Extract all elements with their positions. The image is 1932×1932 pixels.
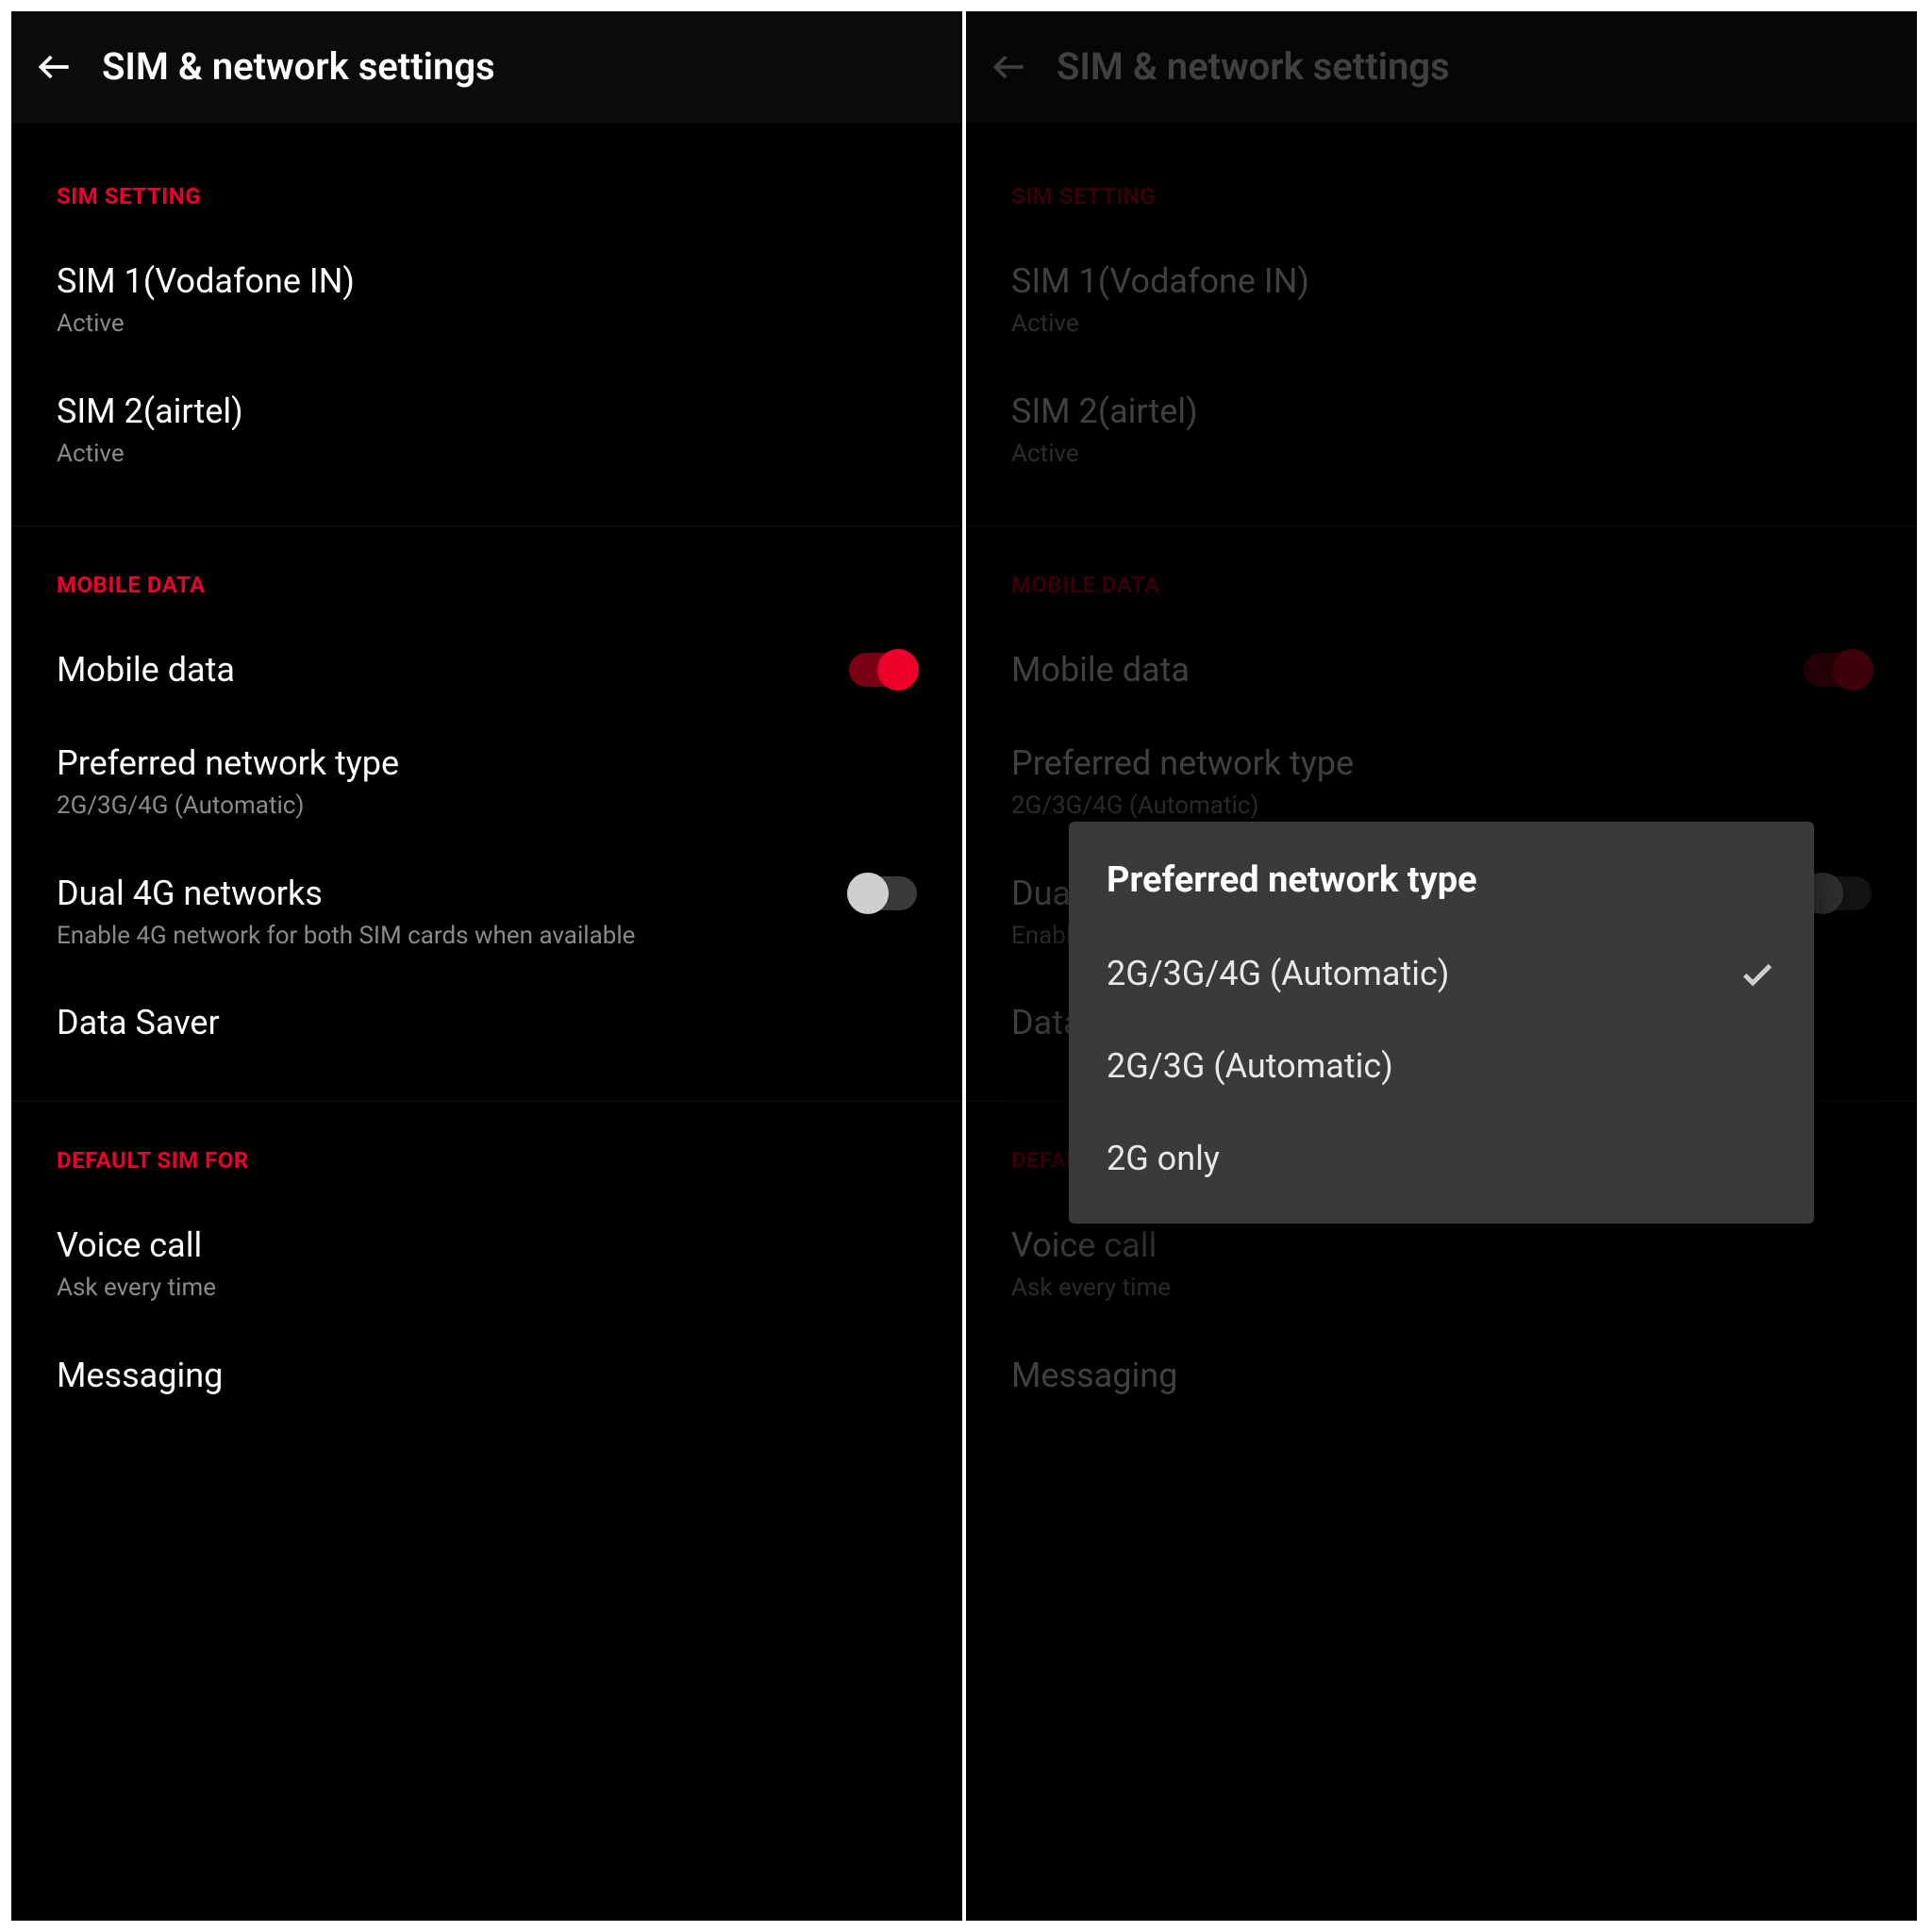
dialog-option-auto-4g[interactable]: 2G/3G/4G (Automatic)	[1069, 927, 1814, 1020]
dual-4g-item[interactable]: Dual 4G networks Enable 4G network for b…	[11, 856, 962, 986]
back-button[interactable]	[34, 46, 75, 88]
sim1-status: Active	[57, 308, 917, 340]
screen-sim-network-settings-dialog: SIM & network settings SIM SETTING SIM 1…	[964, 0, 1928, 1932]
screen-sim-network-settings: SIM & network settings SIM SETTING SIM 1…	[0, 0, 964, 1932]
dialog-option-label: 2G/3G (Automatic)	[1107, 1046, 1393, 1086]
dialog-option-label: 2G only	[1107, 1139, 1220, 1178]
section-default-sim: DEFAULT SIM FOR Voice call Ask every tim…	[11, 1102, 962, 1454]
mobile-data-item[interactable]: Mobile data	[11, 632, 962, 725]
dual-4g-sub: Enable 4G network for both SIM cards whe…	[57, 921, 660, 952]
messaging-item[interactable]: Messaging	[11, 1338, 962, 1431]
sim1-title: SIM 1(Vodafone IN)	[57, 260, 917, 303]
dialog-scrim[interactable]: Preferred network type 2G/3G/4G (Automat…	[966, 11, 1917, 1921]
sim2-title: SIM 2(airtel)	[57, 391, 917, 433]
dialog-option-auto-3g[interactable]: 2G/3G (Automatic)	[1069, 1020, 1814, 1112]
section-title-default-sim: DEFAULT SIM FOR	[11, 1147, 962, 1208]
dual-4g-toggle[interactable]	[849, 876, 917, 910]
data-saver-item[interactable]: Data Saver	[11, 985, 962, 1078]
preferred-network-item[interactable]: Preferred network type 2G/3G/4G (Automat…	[11, 725, 962, 856]
section-title-mobile-data: MOBILE DATA	[11, 572, 962, 632]
sim2-status: Active	[57, 439, 917, 470]
voice-call-value: Ask every time	[57, 1273, 917, 1304]
voice-call-item[interactable]: Voice call Ask every time	[11, 1208, 962, 1338]
mobile-data-label: Mobile data	[57, 649, 826, 691]
section-mobile-data: MOBILE DATA Mobile data Preferred networ…	[11, 526, 962, 1102]
voice-call-label: Voice call	[57, 1224, 917, 1267]
mobile-data-toggle[interactable]	[849, 653, 917, 687]
check-icon	[1739, 955, 1776, 992]
page-title: SIM & network settings	[102, 44, 495, 89]
dialog-option-label: 2G/3G/4G (Automatic)	[1107, 954, 1449, 993]
sim1-item[interactable]: SIM 1(Vodafone IN) Active	[11, 243, 962, 374]
data-saver-label: Data Saver	[57, 1002, 917, 1044]
arrow-left-icon	[34, 46, 75, 88]
app-header: SIM & network settings	[11, 11, 962, 123]
preferred-network-label: Preferred network type	[57, 742, 917, 785]
preferred-network-dialog: Preferred network type 2G/3G/4G (Automat…	[1069, 822, 1814, 1224]
dual-4g-label: Dual 4G networks	[57, 873, 660, 915]
section-title-sim-setting: SIM SETTING	[11, 183, 962, 243]
sim2-item[interactable]: SIM 2(airtel) Active	[11, 374, 962, 504]
dialog-option-2g-only[interactable]: 2G only	[1069, 1112, 1814, 1205]
preferred-network-value: 2G/3G/4G (Automatic)	[57, 791, 917, 822]
section-sim-setting: SIM SETTING SIM 1(Vodafone IN) Active SI…	[11, 123, 962, 526]
messaging-label: Messaging	[57, 1355, 917, 1397]
dialog-title: Preferred network type	[1069, 859, 1814, 927]
settings-list: SIM SETTING SIM 1(Vodafone IN) Active SI…	[11, 123, 962, 1454]
